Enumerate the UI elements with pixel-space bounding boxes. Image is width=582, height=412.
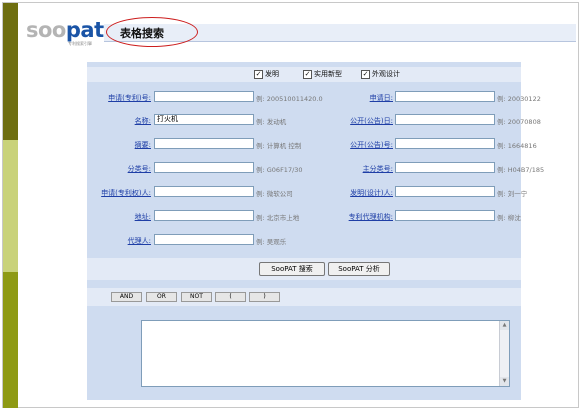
operator-or-button[interactable]: OR xyxy=(146,292,177,302)
classification-input[interactable] xyxy=(154,162,254,173)
soopat-search-button[interactable]: SooPAT 搜索 xyxy=(259,262,325,276)
example-publication-date: 例: 20070808 xyxy=(497,118,541,126)
checkbox-utility-model[interactable]: ✓ 实用新型 xyxy=(303,69,342,79)
agency-input[interactable] xyxy=(395,210,495,221)
example-publication-no: 例: 1664816 xyxy=(497,142,537,150)
checkbox-design[interactable]: ✓ 外观设计 xyxy=(361,69,400,79)
checkbox-checked-icon[interactable]: ✓ xyxy=(254,69,263,79)
label-applicant[interactable]: 申请(专利权)人: xyxy=(101,188,151,198)
main-classification-input[interactable] xyxy=(395,162,495,173)
example-name: 例: 发动机 xyxy=(256,118,287,126)
publication-no-input[interactable] xyxy=(395,138,495,149)
example-main-classification: 例: H04B7/185 xyxy=(497,166,545,174)
label-publication-date[interactable]: 公开(公告)日: xyxy=(350,116,393,126)
example-inventor: 例: 刘一宁 xyxy=(497,190,528,198)
application-date-input[interactable] xyxy=(395,91,495,102)
example-applicant: 例: 微软公司 xyxy=(256,190,293,198)
logo-subtitle: 专利搜索引擎 xyxy=(68,41,92,46)
label-name[interactable]: 名称: xyxy=(135,116,151,126)
label-main-classification[interactable]: 主分类号: xyxy=(363,164,393,174)
scroll-up-arrow-icon[interactable]: ▲ xyxy=(500,321,509,330)
label-application-date[interactable]: 申请日: xyxy=(370,93,393,103)
example-agent: 例: 吴观乐 xyxy=(256,238,287,246)
example-application-date: 例: 20030122 xyxy=(497,95,541,103)
operator-and-button[interactable]: AND xyxy=(111,292,142,302)
name-input[interactable]: 打火机 xyxy=(154,114,254,125)
soopat-analysis-button[interactable]: SooPAT 分析 xyxy=(328,262,390,276)
label-agency[interactable]: 专利代理机构: xyxy=(349,212,393,222)
label-agent[interactable]: 代理人: xyxy=(128,236,151,246)
operator-close-paren-button[interactable]: ) xyxy=(249,292,280,302)
side-stripe-top xyxy=(3,3,18,140)
abstract-input[interactable] xyxy=(154,138,254,149)
label-inventor[interactable]: 发明(设计)人: xyxy=(350,188,393,198)
soopat-logo[interactable]: soopat 专利搜索引擎 xyxy=(26,16,104,46)
operator-open-paren-button[interactable]: ( xyxy=(215,292,246,302)
side-stripe-bottom xyxy=(3,272,18,408)
page-title: 表格搜索 xyxy=(120,27,164,40)
address-input[interactable] xyxy=(154,210,254,221)
logo-text-soo: soo xyxy=(26,18,66,42)
search-form-panel: ✓ 发明 ✓ 实用新型 ✓ 外观设计 申请(专利)号: 例: 200510011420… xyxy=(87,62,544,400)
label-address[interactable]: 地址: xyxy=(135,212,151,222)
side-stripe-middle xyxy=(3,140,18,272)
example-abstract: 例: 计算机 控制 xyxy=(256,142,302,150)
example-agency: 例: 柳沈 xyxy=(497,214,521,222)
example-classification: 例: G06F17/30 xyxy=(256,166,303,174)
label-application-no[interactable]: 申请(专利)号: xyxy=(108,93,151,103)
label-abstract[interactable]: 摘要: xyxy=(135,140,151,150)
checkbox-checked-icon[interactable]: ✓ xyxy=(303,69,312,79)
inventor-input[interactable] xyxy=(395,186,495,197)
checkbox-invention[interactable]: ✓ 发明 xyxy=(254,69,279,79)
publication-date-input[interactable] xyxy=(395,114,495,125)
textarea-scrollbar[interactable]: ▲ ▼ xyxy=(499,321,509,386)
operator-not-button[interactable]: NOT xyxy=(181,292,212,302)
checkbox-checked-icon[interactable]: ✓ xyxy=(361,69,370,79)
scroll-down-arrow-icon[interactable]: ▼ xyxy=(500,377,509,386)
logo-text-pat: pat xyxy=(65,18,104,42)
application-no-input[interactable] xyxy=(154,91,254,102)
query-textarea[interactable]: ▲ ▼ xyxy=(141,320,510,387)
label-publication-no[interactable]: 公开(公告)号: xyxy=(350,140,393,150)
example-application-no: 例: 200510011420.0 xyxy=(256,95,323,103)
agent-input[interactable] xyxy=(154,234,254,245)
applicant-input[interactable] xyxy=(154,186,254,197)
label-classification[interactable]: 分类号: xyxy=(128,164,151,174)
example-address: 例: 北京市上地 xyxy=(256,214,300,222)
patent-type-checkboxes: ✓ 发明 ✓ 实用新型 ✓ 外观设计 xyxy=(87,67,521,81)
